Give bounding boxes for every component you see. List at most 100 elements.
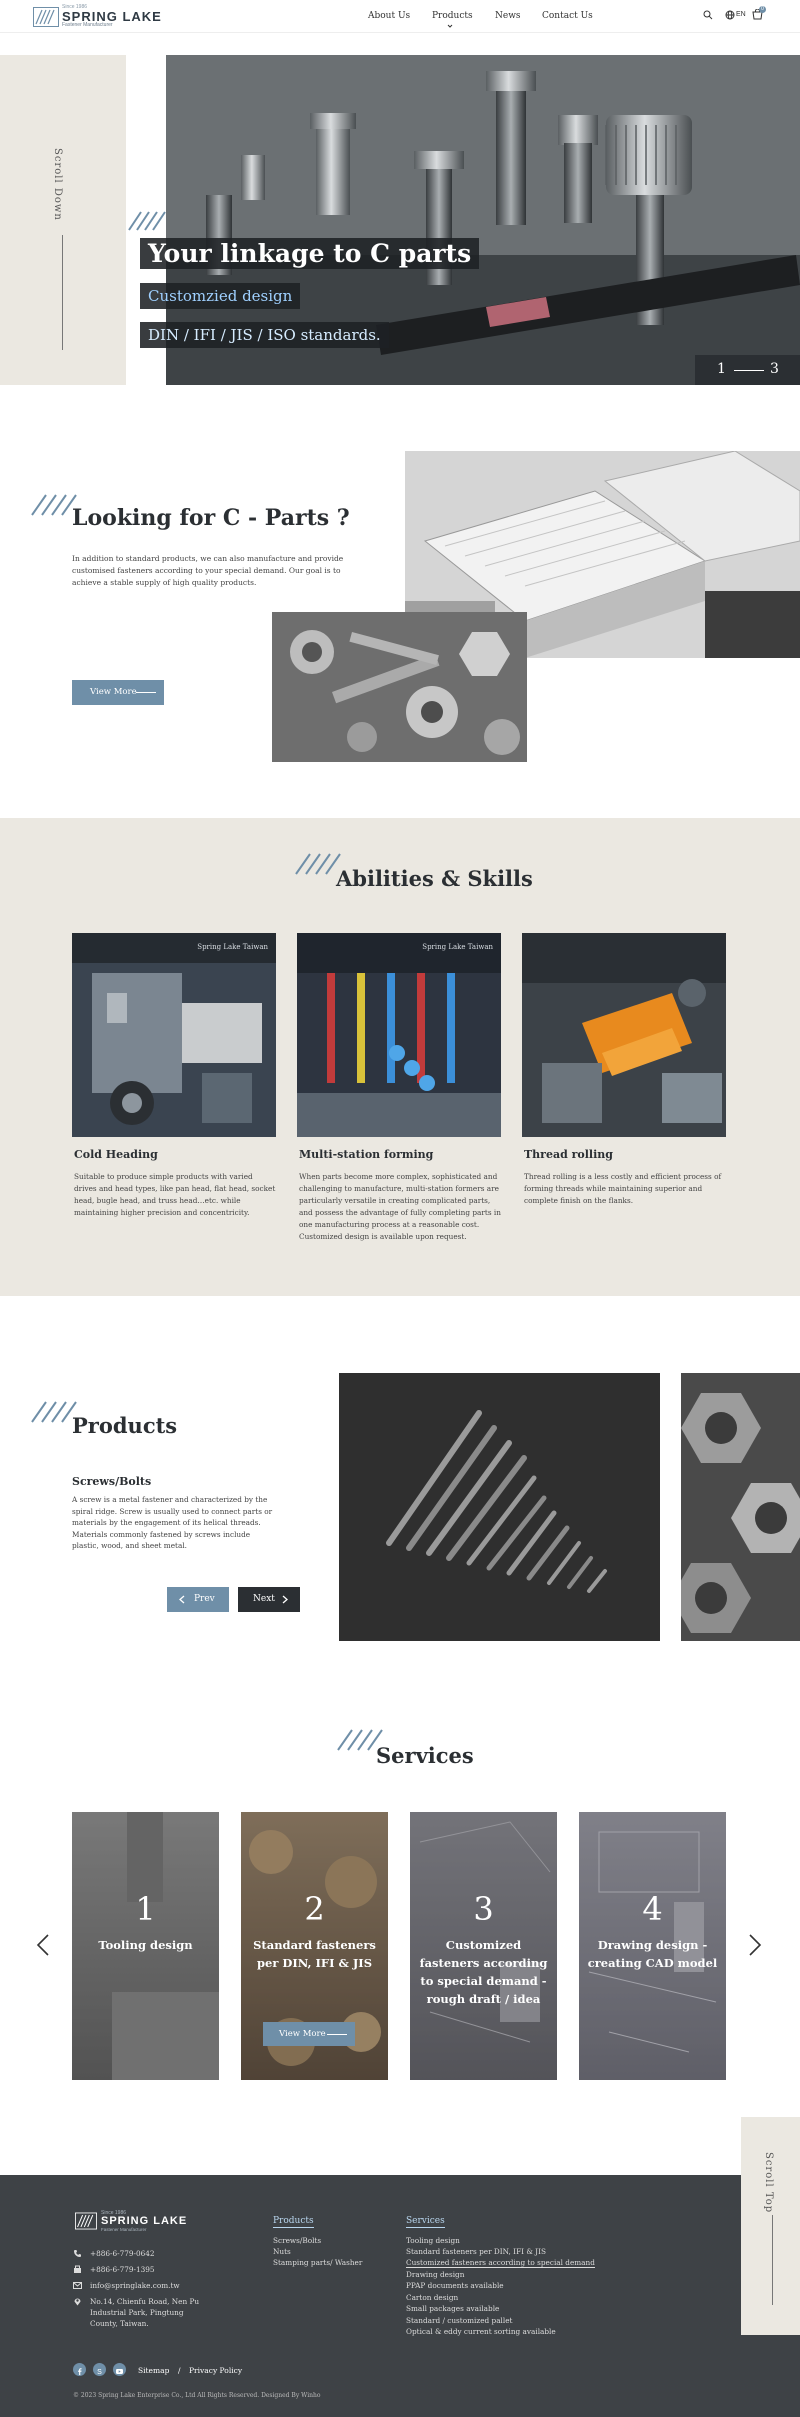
service-label: Customized fasteners according to specia…	[419, 1938, 548, 2006]
service-number: 3	[473, 1890, 494, 1928]
chevron-right-icon	[282, 1595, 288, 1604]
prev-label: Prev	[194, 1594, 215, 1604]
service-card-customized[interactable]: 3 Customized fasteners according to spec…	[410, 1812, 557, 2080]
footer-phone[interactable]: +886-6-779-0642	[90, 2248, 155, 2259]
view-more-label: View More	[279, 2029, 326, 2039]
services-view-more-button[interactable]: View More	[263, 2022, 355, 2046]
cart-count-badge: 0	[759, 6, 766, 13]
scroll-top-panel[interactable]	[741, 2117, 800, 2335]
products-title: Products	[72, 1413, 178, 1438]
hero-slide-counter[interactable]: 1 3	[695, 355, 800, 385]
copyright-text: © 2023 Spring Lake Enterprise Co., Ltd A…	[73, 2392, 321, 2399]
service-number: 1	[135, 1890, 156, 1928]
scroll-top-label[interactable]: Scroll Top	[763, 2152, 774, 2213]
footer-service-link[interactable]: Optical & eddy current sorting available	[406, 2327, 556, 2336]
footer-service-link[interactable]: Tooling design	[406, 2236, 460, 2245]
footer-products-heading[interactable]: Products	[273, 2216, 314, 2228]
logo-name[interactable]: SPRING LAKE	[101, 2215, 187, 2227]
footer-email[interactable]: info@springlake.com.tw	[90, 2280, 180, 2291]
footer-service-link[interactable]: Drawing design	[406, 2270, 464, 2279]
footer-service-link[interactable]: Small packages available	[406, 2304, 499, 2313]
footer-service-link[interactable]: Carton design	[406, 2293, 458, 2302]
hero-side-panel	[0, 55, 126, 385]
service-label: Tooling design	[98, 1938, 193, 1952]
logo-icon[interactable]	[33, 7, 59, 27]
service-label: Drawing design - creating CAD model	[587, 1938, 718, 1970]
slide-counter-line	[734, 370, 764, 371]
products-prev-button[interactable]: Prev	[167, 1587, 229, 1612]
nuts-illustration	[681, 1373, 800, 1641]
ability-name: Multi-station forming	[299, 1148, 434, 1161]
service-card-tooling[interactable]: 1 Tooling design	[72, 1812, 219, 2080]
sitemap-link[interactable]: Sitemap	[138, 2366, 169, 2375]
nuts-product-image[interactable]	[681, 1373, 800, 1641]
services-title: Services	[376, 1743, 474, 1768]
footer-address-line-3: County, Taiwan.	[90, 2319, 149, 2328]
service-label: Standard fasteners per DIN, IFI & JIS	[253, 1938, 376, 1970]
location-pin-icon	[74, 2298, 81, 2306]
slide-total: 3	[770, 361, 779, 377]
nav-about-us[interactable]: About Us	[368, 11, 410, 21]
facebook-icon[interactable]	[73, 2363, 86, 2376]
ability-description: Thread rolling is a less costly and effi…	[524, 1172, 722, 1205]
looking-description: In addition to standard products, we can…	[72, 554, 344, 587]
service-card-drawing-design[interactable]: 4 Drawing design - creating CAD model	[579, 1812, 726, 2080]
arrow-line-icon	[136, 692, 156, 693]
logo-icon[interactable]	[75, 2212, 97, 2230]
nav-news[interactable]: News	[495, 11, 521, 21]
phone-icon	[74, 2250, 81, 2257]
search-icon[interactable]	[703, 10, 713, 20]
ability-card-thread-rolling[interactable]: Thread rolling Thread rolling is a less …	[522, 933, 726, 1207]
screws-product-image[interactable]	[339, 1373, 660, 1641]
machine-illustration	[72, 933, 276, 1137]
looking-view-more-button[interactable]: View More	[72, 680, 164, 705]
slide-current: 1	[717, 361, 726, 377]
footer-service-link[interactable]: Standard / customized pallet	[406, 2316, 512, 2325]
view-more-label: View More	[90, 687, 137, 697]
screws-illustration	[339, 1373, 660, 1641]
footer-services-heading[interactable]: Services	[406, 2216, 445, 2228]
ability-description: Suitable to produce simple products with…	[74, 1172, 276, 1217]
arrow-right-icon[interactable]	[748, 1933, 762, 1957]
scroll-down-label[interactable]: Scroll Down	[52, 148, 63, 221]
multi-station-image: Spring Lake Taiwan	[297, 933, 501, 1137]
scroll-down-line	[62, 235, 63, 350]
footer-service-link[interactable]: PPAP documents available	[406, 2281, 504, 2290]
svg-text:S: S	[97, 2369, 102, 2376]
service-card-standard-fasteners[interactable]: 2 Standard fasteners per DIN, IFI & JIS …	[241, 1812, 388, 2080]
footer-address-line-1: No.14, Chienfu Road, Nen Pu	[90, 2297, 200, 2306]
ability-card-multi-station[interactable]: Spring Lake Taiwan Multi-station forming…	[297, 933, 501, 1243]
product-description: A screw is a metal fastener and characte…	[72, 1495, 273, 1550]
ability-card-cold-heading[interactable]: Spring Lake Taiwan Cold Heading Suitable…	[72, 933, 276, 1219]
footer-address-line-2: Industrial Park, Pingtung	[90, 2308, 184, 2317]
footer-fax: +886-6-779-1395	[90, 2265, 155, 2274]
arrow-left-icon[interactable]	[36, 1933, 50, 1957]
chevron-left-icon	[179, 1595, 185, 1604]
hero-title: Your linkage to C parts	[140, 238, 480, 269]
footer-service-link[interactable]: Standard fasteners per DIN, IFI & JIS	[406, 2247, 546, 2256]
image-watermark: Spring Lake Taiwan	[422, 943, 493, 951]
nav-contact-us[interactable]: Contact Us	[542, 11, 593, 21]
accent-stripes-icon	[128, 211, 166, 231]
site-header: Since 1986 SPRING LAKE Fastener Manufact…	[0, 0, 800, 33]
fasteners-pile-illustration	[272, 612, 527, 762]
products-next-button[interactable]: Next	[238, 1587, 300, 1612]
privacy-policy-link[interactable]: Privacy Policy	[189, 2366, 242, 2375]
footer-product-link[interactable]: Stamping parts/ Washer	[273, 2258, 362, 2267]
fasteners-pile-image	[272, 612, 527, 762]
image-watermark: Spring Lake Taiwan	[197, 943, 268, 951]
arrow-line-icon	[327, 2034, 347, 2035]
fax-icon	[74, 2265, 81, 2273]
language-selector[interactable]: EN	[736, 11, 746, 18]
footer-product-link[interactable]: Nuts	[273, 2247, 291, 2256]
skype-icon[interactable]: S	[93, 2363, 106, 2376]
thread-rolling-image	[522, 933, 726, 1137]
ability-name: Cold Heading	[74, 1148, 158, 1161]
footer-link-separator: /	[178, 2366, 181, 2375]
youtube-icon[interactable]	[113, 2363, 126, 2376]
nav-products[interactable]: Products	[432, 11, 473, 21]
footer-service-link[interactable]: Customized fasteners according to specia…	[406, 2258, 595, 2268]
globe-icon[interactable]	[725, 10, 735, 20]
footer-product-link[interactable]: Screws/Bolts	[273, 2236, 321, 2245]
cold-heading-image: Spring Lake Taiwan	[72, 933, 276, 1137]
